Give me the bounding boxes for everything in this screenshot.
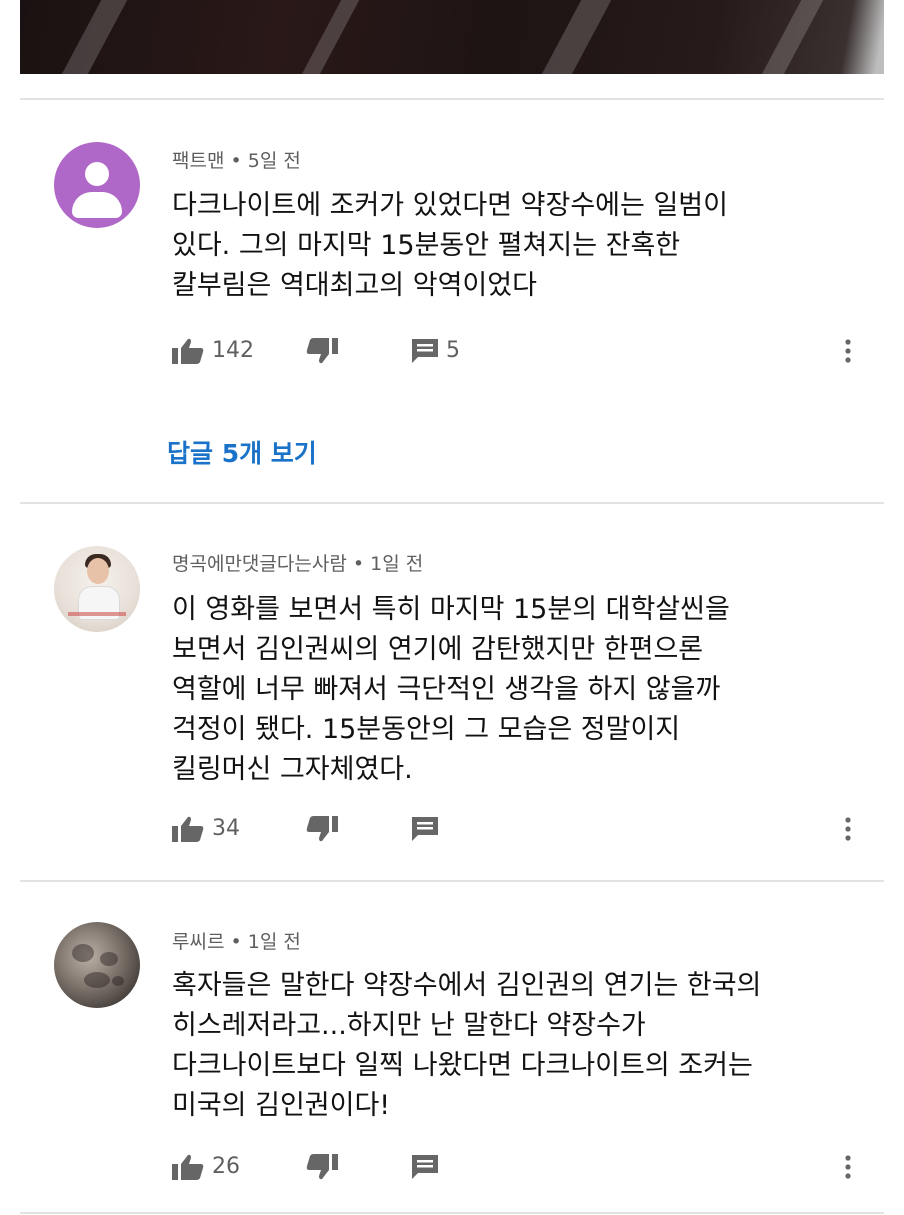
comment-text-line: 칼부림은 역대최고의 악역이었다 — [172, 270, 537, 301]
more-vert-icon — [842, 817, 854, 848]
comment-author[interactable]: 루씨르 — [172, 931, 224, 953]
comment-time: 5일 전 — [247, 150, 301, 172]
avatar[interactable] — [54, 922, 140, 1008]
thumbnail-detail — [53, 0, 133, 74]
like-button[interactable]: 142 — [172, 336, 254, 366]
comment-text: 혹자들은 말한다 약장수에서 김인권의 연기는 한국의 히스레저라고...하지만… — [172, 966, 862, 1126]
thumbs-up-icon — [172, 1154, 204, 1180]
thumbs-down-icon — [306, 338, 338, 364]
like-count: 34 — [212, 816, 240, 841]
reply-count: 5 — [446, 338, 460, 363]
comment-icon — [412, 817, 438, 841]
comment-text-line: 걱정이 됐다. 15분동안의 그 모습은 정말이지 — [172, 714, 681, 745]
comment-actions: 34 — [172, 814, 862, 844]
comment-text-line: 미국의 김인권이다! — [172, 1090, 391, 1121]
comment-actions: 142 5 — [172, 336, 862, 366]
more-vert-icon — [842, 1155, 854, 1186]
thumbnail-detail — [533, 0, 617, 74]
meta-separator: • — [230, 150, 242, 172]
avatar[interactable] — [54, 546, 140, 632]
comment-text-line: 있다. 그의 마지막 15분동안 펼쳐지는 잔혹한 — [172, 230, 681, 261]
comment-actions: 26 — [172, 1152, 862, 1182]
comment-text-line: 히스레저라고...하지만 난 말한다 약장수가 — [172, 1010, 646, 1041]
reply-button[interactable] — [412, 1152, 438, 1182]
comment-text-line: 다크나이트보다 일찍 나왔다면 다크나이트의 조커는 — [172, 1050, 753, 1081]
comment-text-line: 킬링머신 그자체였다. — [172, 754, 413, 785]
divider — [20, 502, 884, 504]
divider — [20, 880, 884, 882]
comment-meta: 명곡에만댓글다는사람 • 1일 전 — [172, 549, 423, 576]
comment-meta: 팩트맨 • 5일 전 — [172, 146, 301, 173]
like-button[interactable]: 26 — [172, 1152, 240, 1182]
thumbs-down-icon — [306, 816, 338, 842]
thumbs-up-icon — [172, 338, 204, 364]
meta-separator: • — [230, 931, 242, 953]
video-thumbnail[interactable] — [20, 0, 884, 74]
comment-text-line: 보면서 김인권씨의 연기에 감탄했지만 한편으론 — [172, 634, 704, 665]
comment-author[interactable]: 팩트맨 — [172, 150, 224, 172]
divider — [20, 1212, 884, 1214]
comment-text-line: 혹자들은 말한다 약장수에서 김인권의 연기는 한국의 — [172, 970, 762, 1001]
like-button[interactable]: 34 — [172, 814, 240, 844]
dislike-button[interactable] — [306, 336, 338, 366]
comment-text: 다크나이트에 조커가 있었다면 약장수에는 일범이 있다. 그의 마지막 15분… — [172, 186, 862, 306]
comment-icon — [412, 1155, 438, 1179]
dislike-button[interactable] — [306, 1152, 338, 1182]
thumbnail-detail — [753, 0, 829, 74]
dislike-button[interactable] — [306, 814, 338, 844]
more-options-button[interactable] — [842, 1152, 854, 1182]
comment-text-line: 역할에 너무 빠져서 극단적인 생각을 하지 않을까 — [172, 674, 721, 705]
comment-time: 1일 전 — [247, 931, 301, 953]
comment-author[interactable]: 명곡에만댓글다는사람 — [172, 553, 347, 575]
like-count: 142 — [212, 338, 254, 363]
thumbnail-detail — [293, 0, 365, 74]
more-options-button[interactable] — [842, 814, 854, 844]
comment-text: 이 영화를 보면서 특히 마지막 15분의 대학살씬을 보면서 김인권씨의 연기… — [172, 590, 862, 790]
like-count: 26 — [212, 1154, 240, 1179]
thumbs-up-icon — [172, 816, 204, 842]
more-vert-icon — [842, 339, 854, 370]
view-replies-link[interactable]: 답글 5개 보기 — [167, 434, 317, 470]
divider — [20, 98, 884, 100]
comment-time: 1일 전 — [370, 553, 424, 575]
thumbs-down-icon — [306, 1154, 338, 1180]
more-options-button[interactable] — [842, 336, 854, 366]
comment-meta: 루씨르 • 1일 전 — [172, 927, 301, 954]
comment-icon — [412, 339, 438, 363]
reply-button[interactable]: 5 — [412, 336, 460, 366]
meta-separator: • — [352, 553, 365, 575]
avatar[interactable] — [54, 142, 140, 228]
comment-text-line: 다크나이트에 조커가 있었다면 약장수에는 일범이 — [172, 190, 728, 221]
comment-text-line: 이 영화를 보면서 특히 마지막 15분의 대학살씬을 — [172, 594, 730, 625]
reply-button[interactable] — [412, 814, 438, 844]
